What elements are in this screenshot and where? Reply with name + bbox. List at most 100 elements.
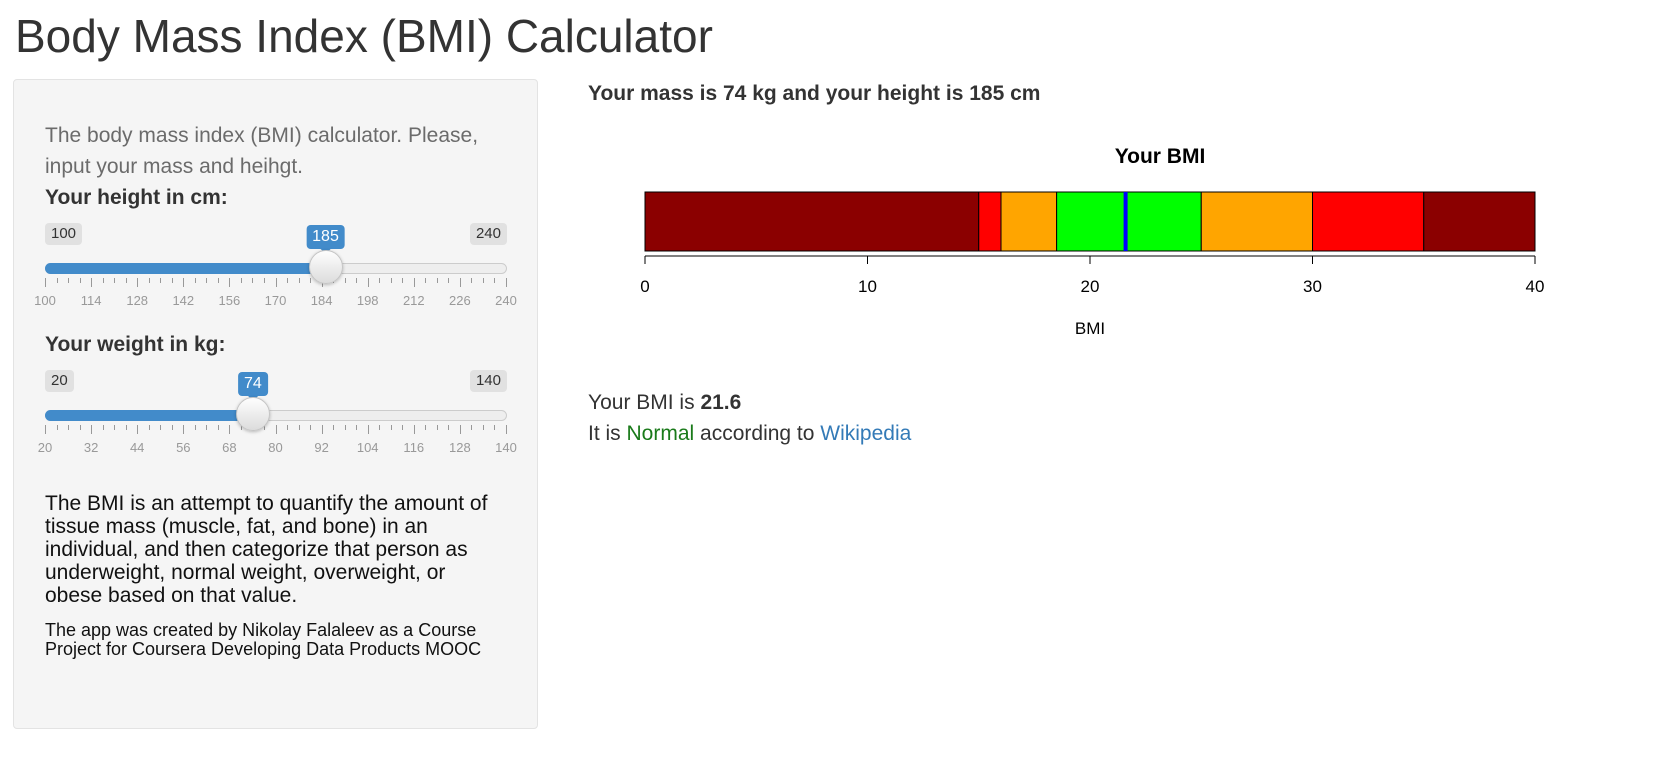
weight-tick-label: 20 (37, 440, 53, 455)
weight-tick (91, 425, 93, 434)
height-tick (194, 278, 196, 283)
height-tick-label: 156 (218, 293, 241, 308)
height-tick (91, 278, 93, 287)
height-tick-label: 100 (34, 293, 56, 308)
weight-tick (287, 425, 289, 430)
weight-tick (183, 425, 185, 434)
weight-ticks: 20 32 44 56 68 80 92 104 116 128 140 (38, 425, 517, 455)
weight-tick (125, 425, 127, 430)
weight-tick (102, 425, 104, 430)
weight-tick (379, 425, 381, 430)
weight-tick (310, 425, 312, 430)
height-slider-handle[interactable] (308, 250, 343, 284)
weight-tick (275, 425, 277, 434)
weight-tick (402, 425, 404, 430)
weight-tick (56, 425, 58, 430)
height-tick (367, 278, 369, 287)
weight-tick (298, 425, 300, 430)
weight-slider-handle[interactable] (235, 397, 270, 431)
height-tick (287, 278, 289, 283)
height-tick (459, 278, 461, 287)
height-tick (310, 278, 312, 283)
height-tick (217, 278, 219, 283)
weight-tick (413, 425, 415, 434)
weight-tick-label: 56 (176, 440, 191, 455)
weight-tick (367, 425, 369, 434)
weight-tick-label: 140 (495, 440, 517, 455)
height-tick (171, 278, 173, 283)
height-tick (390, 278, 392, 283)
weight-tick (137, 425, 139, 434)
height-tick (160, 278, 162, 283)
bmi-range-segment (1423, 191, 1536, 252)
weight-tick (436, 425, 438, 430)
height-tick (79, 278, 81, 283)
x-tick-label: 20 (1081, 277, 1100, 296)
height-tick (482, 278, 484, 283)
weight-tick-label: 128 (449, 440, 471, 455)
bmi-range-segment (978, 191, 1002, 252)
height-tick (229, 278, 231, 287)
height-tick (436, 278, 438, 283)
x-tick-label: 40 (1526, 277, 1545, 296)
height-tick-label: 226 (449, 293, 471, 308)
height-tick (148, 278, 150, 283)
height-max-label: 240 (469, 223, 507, 245)
weight-tick (333, 425, 335, 430)
height-min-label: 100 (45, 223, 83, 245)
chart-title: Your BMI (1114, 145, 1206, 168)
bmi-range-segment (1000, 191, 1058, 252)
height-tick (102, 278, 104, 283)
x-axis-label: BMI (1075, 319, 1105, 338)
bmi-range-segment (1056, 191, 1202, 252)
height-tick (379, 278, 381, 283)
height-tick (56, 278, 58, 283)
height-slider-fill (45, 263, 326, 274)
weight-tick (68, 425, 70, 430)
x-tick-label: 10 (858, 277, 877, 296)
weight-min-label: 20 (45, 370, 74, 392)
weight-tick (148, 425, 150, 430)
weight-value-label: 74 (237, 372, 268, 401)
bmi-result: Your BMI is 21.6 (588, 391, 741, 415)
weight-label: Your weight in kg: (45, 333, 226, 356)
height-tick (344, 278, 346, 283)
intro-text: The body mass index (BMI) calculator. Pl… (45, 124, 479, 178)
height-tick (298, 278, 300, 283)
height-tick (263, 278, 265, 283)
height-tick (68, 278, 70, 283)
weight-tick (482, 425, 484, 430)
weight-tick-label: 32 (83, 440, 99, 455)
weight-tick (356, 425, 358, 430)
height-value-label: 185 (306, 225, 345, 254)
bmi-value: 21.6 (700, 391, 742, 414)
bmi-chart: 0 10 20 30 40 BMI (640, 191, 1545, 338)
weight-tick (390, 425, 392, 430)
class-middle: according to (694, 422, 821, 445)
weight-tick (194, 425, 196, 430)
weight-tick (321, 425, 323, 434)
height-tick (471, 278, 473, 283)
height-tick-label: 114 (80, 293, 102, 308)
height-tick-label: 184 (310, 293, 333, 308)
x-tick-label: 0 (640, 277, 649, 296)
weight-tick-label: 80 (268, 440, 283, 455)
wikipedia-link[interactable]: Wikipedia (820, 422, 911, 445)
weight-tick (229, 425, 231, 434)
weight-tick-label: 104 (356, 440, 379, 455)
height-tick (425, 278, 427, 283)
height-slider[interactable]: 100 240 185 100 114 128 142 156 170 184 198 212 2… (34, 223, 517, 333)
height-tick (252, 278, 254, 283)
height-tick (402, 278, 404, 283)
height-tick (494, 278, 496, 283)
bmi-prefix: Your BMI is (588, 391, 701, 414)
sidebar-panel: The body mass index (BMI) calculator. Pl… (13, 79, 538, 729)
height-label: Your height in cm: (45, 186, 228, 209)
credit-text: The app was created by Nikolay Falaleev … (45, 620, 482, 659)
weight-slider[interactable]: 20 140 74 20 32 44 56 68 80 92 104 116 128 140 (38, 370, 517, 480)
weight-slider-fill (45, 410, 253, 421)
height-tick (448, 278, 450, 283)
height-tick (506, 278, 507, 287)
height-ticks: 100 114 128 142 156 170 184 198 212 226 240 (34, 278, 517, 308)
weight-tick-label: 44 (129, 440, 145, 455)
